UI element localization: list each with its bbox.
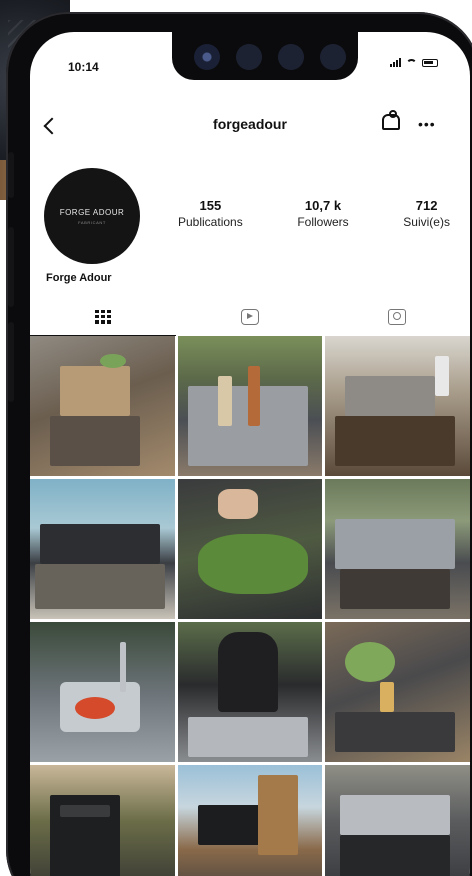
- posts-grid: [30, 336, 470, 876]
- battery-icon: [422, 58, 438, 67]
- signal-icon: [390, 58, 401, 67]
- stat-following[interactable]: 712 Suivi(e)s: [403, 198, 450, 229]
- sensor: [236, 44, 262, 70]
- stat-value: 155: [199, 198, 222, 213]
- stat-value: 10,7 k: [304, 198, 342, 213]
- phone-mute-switch: [8, 152, 14, 198]
- post-thumbnail[interactable]: [30, 336, 175, 476]
- camera-lens: [194, 44, 220, 70]
- post-thumbnail[interactable]: [177, 765, 323, 876]
- post-thumbnail[interactable]: [177, 479, 323, 619]
- profile-tabs: [30, 298, 470, 336]
- avatar-sub-text: FABRICANT: [78, 219, 106, 225]
- post-thumbnail[interactable]: [325, 479, 470, 619]
- post-thumbnail[interactable]: [177, 622, 323, 762]
- stat-label: Publications: [178, 215, 243, 229]
- post-thumbnail[interactable]: [177, 336, 323, 476]
- stat-value: 712: [415, 198, 438, 213]
- grid-icon: [95, 309, 111, 324]
- camera-notch: [172, 32, 358, 80]
- status-time: 10:14: [68, 60, 99, 74]
- reels-icon: [241, 309, 259, 325]
- phone-volume-down: [8, 322, 14, 402]
- more-options-icon[interactable]: •••: [418, 116, 436, 132]
- profile-stats: 155 Publications 10,7 k Followers 712 Su…: [178, 198, 450, 229]
- tab-posts-grid[interactable]: [30, 298, 176, 336]
- profile-display-name: Forge Adour: [46, 272, 112, 284]
- avatar[interactable]: FORGE ADOUR FABRICANT: [44, 168, 140, 264]
- wifi-icon: [406, 58, 417, 67]
- notification-bell-icon[interactable]: [382, 110, 400, 130]
- post-thumbnail[interactable]: [30, 479, 175, 619]
- sensor: [278, 44, 304, 70]
- phone-frame: 10:14 forgeadour ••• FORGE ADOUR FABRICA…: [6, 12, 472, 876]
- post-thumbnail[interactable]: [30, 765, 175, 876]
- post-thumbnail[interactable]: [30, 622, 175, 762]
- post-thumbnail[interactable]: [325, 336, 470, 476]
- status-icons: [390, 58, 438, 67]
- stat-publications[interactable]: 155 Publications: [178, 198, 243, 229]
- stat-label: Followers: [297, 215, 349, 229]
- post-thumbnail[interactable]: [325, 765, 470, 876]
- profile-username: forgeadour: [213, 116, 287, 132]
- tab-tagged[interactable]: [324, 298, 470, 336]
- phone-screen: 10:14 forgeadour ••• FORGE ADOUR FABRICA…: [30, 32, 470, 876]
- post-thumbnail[interactable]: [325, 622, 470, 762]
- stat-label: Suivi(e)s: [403, 215, 450, 229]
- tagged-icon: [388, 309, 406, 325]
- phone-volume-up: [8, 227, 14, 307]
- sensor: [320, 44, 346, 70]
- stat-followers[interactable]: 10,7 k Followers: [297, 198, 348, 229]
- avatar-logo-text: FORGE ADOUR: [59, 207, 125, 217]
- tab-reels[interactable]: [177, 298, 323, 336]
